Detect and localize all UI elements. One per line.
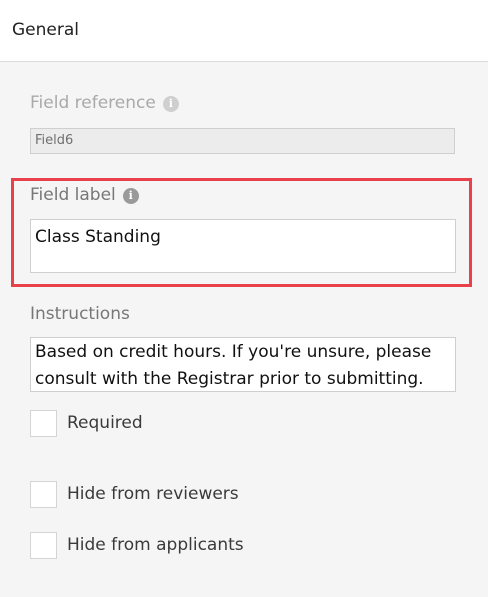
required-checkbox[interactable] (30, 410, 57, 437)
field-label-input[interactable]: Class Standing (30, 219, 456, 273)
instructions-textarea[interactable]: Based on credit hours. If you're unsure,… (30, 337, 456, 392)
hide-from-reviewers-label[interactable]: Hide from reviewers (67, 483, 239, 505)
field-reference-input: Field6 (30, 128, 455, 154)
panel-title: General (12, 20, 79, 40)
field-label-label-row: Field label i (30, 184, 139, 206)
field-reference-label-row: Field reference i (30, 92, 179, 114)
info-icon[interactable]: i (162, 96, 179, 112)
field-reference-label: Field reference (30, 93, 156, 113)
hide-from-applicants-label[interactable]: Hide from applicants (67, 534, 244, 556)
instructions-label: Instructions (30, 304, 130, 324)
panel-header: General (0, 0, 488, 62)
required-label[interactable]: Required (67, 412, 143, 434)
field-label-label: Field label (30, 185, 116, 205)
hide-from-reviewers-checkbox[interactable] (30, 481, 57, 508)
hide-from-applicants-checkbox[interactable] (30, 532, 57, 559)
info-icon[interactable]: i (122, 188, 139, 204)
